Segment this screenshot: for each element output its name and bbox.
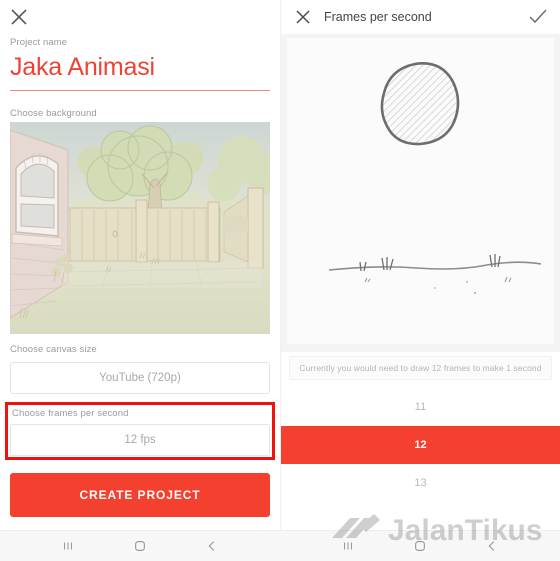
fps-info-text: Currently you would need to draw 12 fram… (289, 356, 552, 380)
page-title: Frames per second (324, 10, 432, 24)
animation-preview-canvas[interactable] (281, 34, 560, 352)
background-thumbnail[interactable] (10, 122, 270, 334)
fps-picker-panel: Frames per second Currently you would ne… (280, 0, 560, 530)
fps-option-list[interactable]: 11 12 13 (281, 388, 560, 502)
close-icon[interactable] (8, 6, 30, 28)
create-project-button[interactable]: CREATE PROJECT (10, 473, 270, 517)
home-icon[interactable] (130, 536, 150, 556)
choose-canvas-size-label: Choose canvas size (10, 344, 97, 355)
new-project-panel: Project name Jaka Animasi Choose backgro… (0, 0, 280, 530)
sketch-frame (287, 38, 554, 344)
android-navigation-bar (0, 530, 560, 561)
new-project-form: Project name Jaka Animasi Choose backgro… (0, 0, 280, 530)
project-name-underline (10, 90, 270, 91)
app-screen: Project name Jaka Animasi Choose backgro… (0, 0, 560, 561)
recents-icon[interactable] (338, 536, 358, 556)
canvas-size-select[interactable]: YouTube (720p) (10, 362, 270, 394)
choose-background-label: Choose background (10, 108, 97, 119)
back-icon[interactable] (202, 536, 222, 556)
project-name-input[interactable]: Jaka Animasi (10, 52, 155, 82)
project-name-label: Project name (10, 37, 68, 48)
recents-icon[interactable] (58, 536, 78, 556)
check-icon[interactable] (528, 8, 548, 26)
fps-option-12[interactable]: 12 (281, 426, 560, 464)
close-icon[interactable] (294, 8, 312, 26)
back-icon[interactable] (482, 536, 502, 556)
fps-option-11[interactable]: 11 (281, 388, 560, 426)
choose-fps-label: Choose frames per second (12, 408, 129, 419)
fps-select[interactable]: 12 fps (10, 424, 270, 456)
navigation-bar-right (280, 531, 560, 561)
home-icon[interactable] (410, 536, 430, 556)
fps-option-13[interactable]: 13 (281, 464, 560, 502)
fps-picker-header: Frames per second (281, 0, 560, 34)
navigation-bar-left (0, 531, 280, 561)
